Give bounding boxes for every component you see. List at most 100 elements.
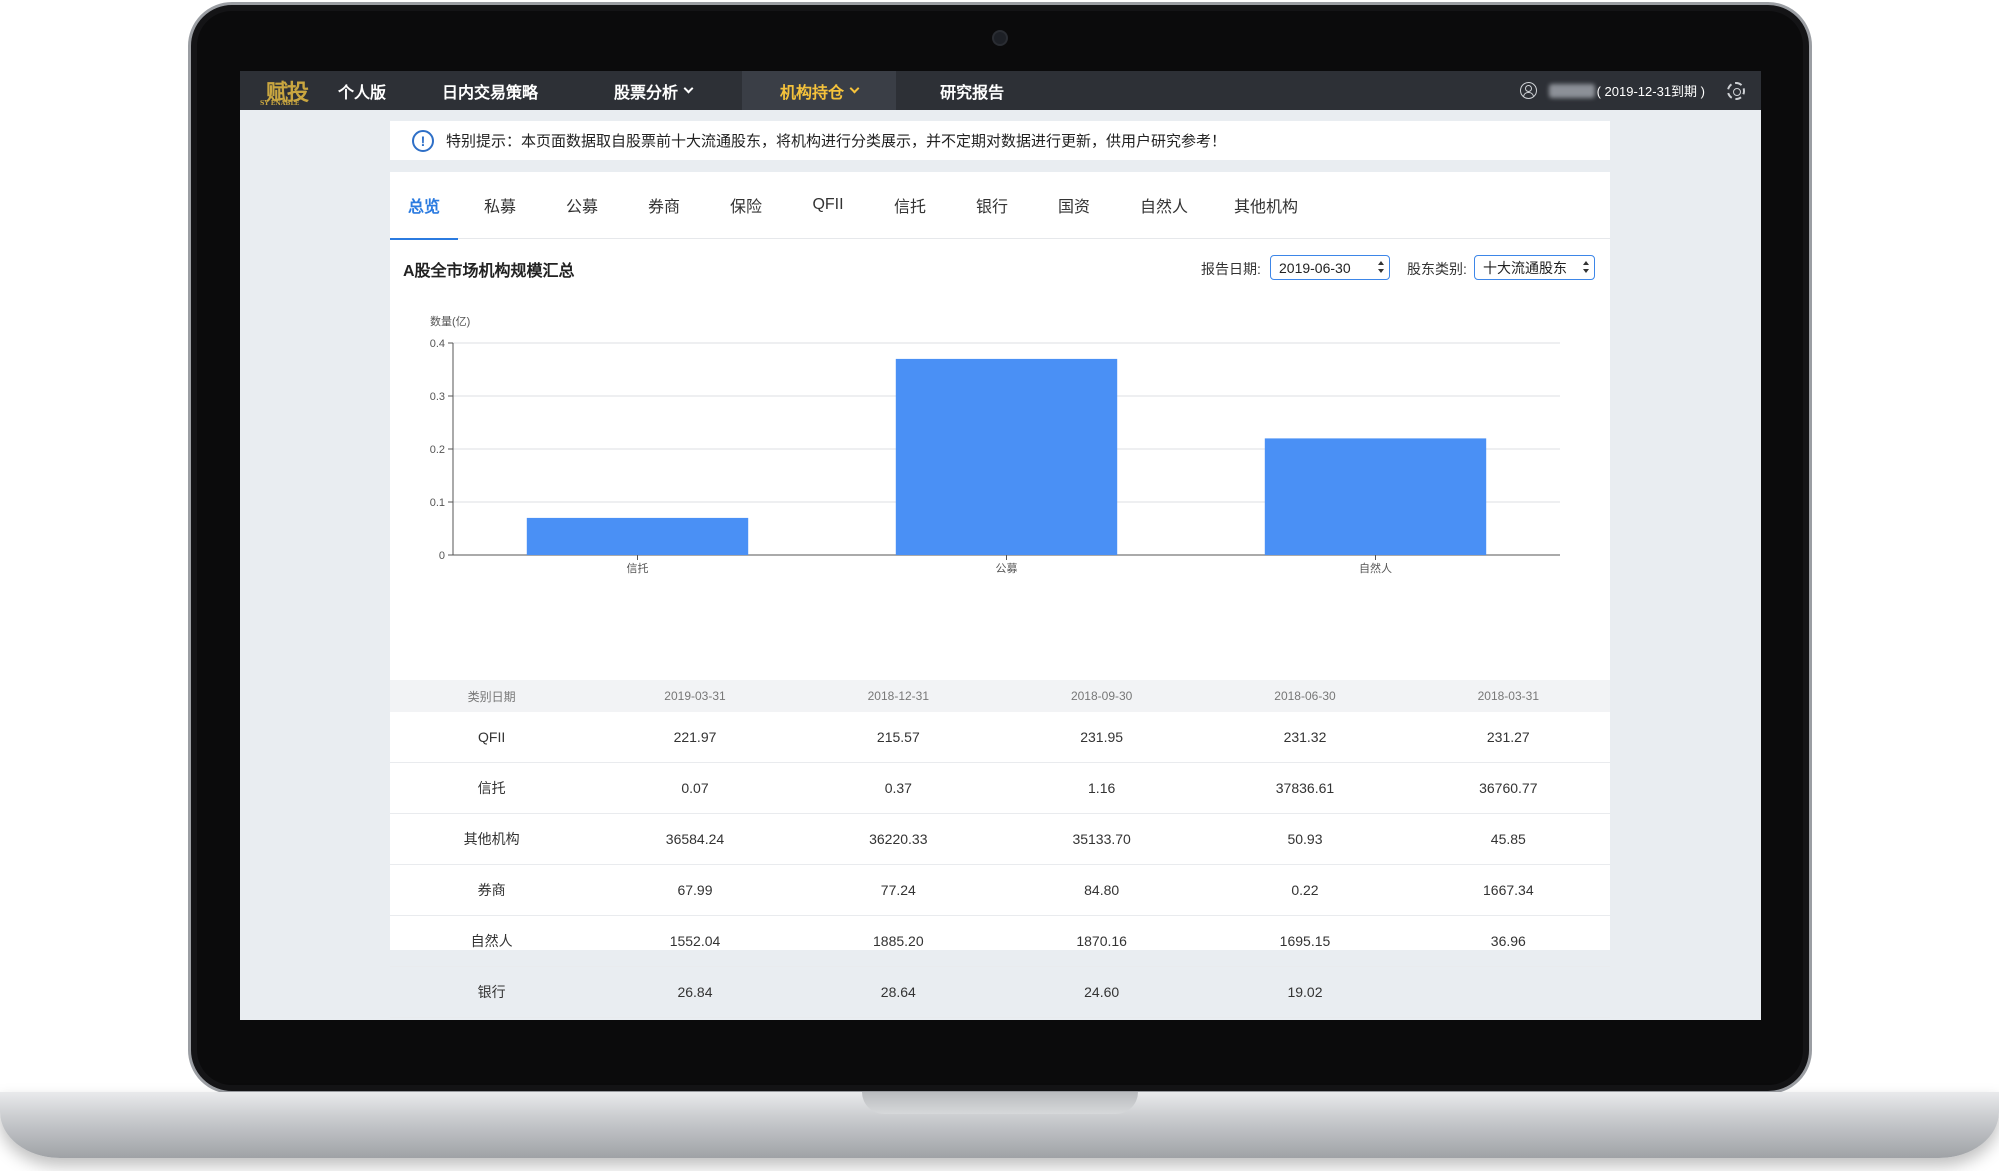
table-cell: 银行	[477, 984, 506, 1000]
table-cell: 24.60	[1084, 984, 1120, 1000]
chevron-down-icon	[849, 83, 860, 93]
laptop-notch	[862, 1092, 1138, 1114]
holdings-table: 类别日期 2019-03-31 2018-12-31 2018-09-30 2018-0…	[390, 680, 1610, 1018]
nav-item-research-reports[interactable]: 研究报告	[926, 71, 1018, 110]
user-icon[interactable]	[1519, 82, 1537, 99]
username-redacted	[1548, 83, 1595, 98]
table-row: 银行 26.84 28.64 24.60 19.02	[390, 967, 1610, 1018]
x-tick-label: 信托	[627, 561, 649, 575]
tab-brokers[interactable]: 券商	[646, 172, 682, 239]
table-cell: 231.95	[1080, 729, 1124, 745]
table-cell: 231.32	[1283, 729, 1327, 745]
table-cell: 215.57	[876, 729, 920, 745]
table-row: 其他机构 36584.24 36220.33 35133.70 50.93 45.85	[390, 814, 1610, 865]
main-panel: 总览 私募 公募 券商 保险 QFII 信托 银行 国资 自然人 其他机构 A股…	[390, 172, 1610, 1018]
top-navigation: 赋投 SY ENABLE 个人版 日内交易策略 股票分析 机构持仓 研究报告 (…	[240, 71, 1761, 110]
y-tick-label: 0.3	[430, 391, 445, 403]
table-header-row: 类别日期 2019-03-31 2018-12-31 2018-09-30 2018-0…	[390, 680, 1610, 712]
y-tick-label: 0.4	[430, 338, 445, 350]
nav-item-stock-analysis[interactable]: 股票分析	[600, 71, 706, 110]
select-arrows-icon	[1583, 261, 1589, 273]
report-date-label: 报告日期:	[1201, 261, 1261, 277]
notice-banner: ! 特别提示：本页面数据取自股票前十大流通股东，将机构进行分类展示，并不定期对数…	[390, 121, 1610, 160]
report-date-select[interactable]: 2019-06-30	[1270, 255, 1390, 280]
table-cell: 0.37	[884, 780, 912, 796]
laptop-frame: 赋投 SY ENABLE 个人版 日内交易策略 股票分析 机构持仓 研究报告 (…	[0, 0, 1999, 1171]
tab-qfii[interactable]: QFII	[810, 172, 846, 239]
table-cell: 1667.34	[1483, 882, 1534, 898]
table-cell: 1885.20	[873, 933, 924, 949]
select-arrows-icon	[1378, 261, 1384, 273]
tab-insurance[interactable]: 保险	[728, 172, 764, 239]
tab-trust[interactable]: 信托	[892, 172, 928, 239]
bar-chart: 数量(亿) 0 0.1 0.2 0.3 0.4 信托 公募 自然人	[390, 295, 1610, 670]
category-tabs: 总览 私募 公募 券商 保险 QFII 信托 银行 国资 自然人 其他机构	[390, 172, 1610, 240]
table-cell: 36220.33	[869, 831, 928, 847]
table-cell: 37836.61	[1275, 780, 1335, 796]
table-cell: 19.02	[1287, 984, 1323, 1000]
nav-item-intraday-strategy[interactable]: 日内交易策略	[428, 71, 552, 110]
notice-text: 特别提示：本页面数据取自股票前十大流通股东，将机构进行分类展示，并不定期对数据进…	[446, 133, 1227, 150]
table-cell: 45.85	[1490, 831, 1526, 847]
section-title: A股全市场机构规模汇总	[403, 263, 575, 280]
table-cell: 77.24	[880, 882, 916, 898]
table-cell: 1870.16	[1076, 933, 1127, 949]
x-tick-label: 公募	[996, 562, 1018, 575]
tab-banks[interactable]: 银行	[974, 172, 1010, 239]
brand-logo[interactable]: 赋投 SY ENABLE	[250, 71, 324, 110]
y-tick-label: 0.2	[430, 444, 445, 456]
table-cell: 1.16	[1088, 780, 1116, 796]
user-area: ( 2019-12-31到期 )	[1519, 71, 1761, 110]
table-cell: 36.96	[1490, 933, 1526, 949]
table-cell: 28.64	[880, 984, 916, 1000]
tab-state-owned[interactable]: 国资	[1056, 172, 1092, 239]
table-cell: 自然人	[470, 933, 513, 949]
nav-item-institutional-holdings[interactable]: 机构持仓	[742, 71, 897, 110]
y-tick-label: 0	[439, 550, 445, 562]
subscription-expiry: ( 2019-12-31到期 )	[1596, 84, 1705, 99]
gear-icon[interactable]	[1727, 81, 1745, 100]
tab-public-funds[interactable]: 公募	[564, 172, 600, 239]
table-cell: 67.99	[677, 882, 713, 898]
holder-type-select[interactable]: 十大流通股东	[1474, 255, 1595, 280]
table-header-cell: 类别日期	[467, 689, 516, 704]
table-cell: 0.07	[681, 780, 709, 796]
table-header-cell: 2018-03-31	[1477, 689, 1539, 703]
table-row: 信托 0.07 0.37 1.16 37836.61 36760.77	[390, 763, 1610, 814]
table-cell: 1695.15	[1279, 933, 1331, 949]
tab-other-institutions[interactable]: 其他机构	[1232, 172, 1300, 239]
table-cell: 36760.77	[1479, 780, 1538, 796]
chart-svg: 数量(亿) 0 0.1 0.2 0.3 0.4 信托 公募 自然人	[430, 315, 1560, 575]
info-icon: !	[412, 129, 434, 152]
table-row: QFII 221.97 215.57 231.95 231.32 231.27	[390, 712, 1610, 763]
table-cell: 26.84	[677, 984, 713, 1000]
chevron-down-icon	[683, 83, 694, 93]
table-header-cell: 2019-03-31	[664, 689, 726, 703]
tab-individuals[interactable]: 自然人	[1138, 172, 1190, 239]
bar	[1264, 438, 1487, 555]
table-cell: 84.80	[1084, 882, 1120, 898]
tab-private-funds[interactable]: 私募	[482, 172, 518, 239]
table-cell: 50.93	[1287, 831, 1323, 847]
y-axis-label: 数量(亿)	[430, 315, 470, 328]
section-header: A股全市场机构规模汇总 报告日期: 2019-06-30 股东类别: 十大流通股…	[390, 239, 1610, 295]
table-cell: 35133.70	[1072, 831, 1131, 847]
bar	[526, 517, 749, 555]
table-row: 券商 67.99 77.24 84.80 0.22 1667.34	[390, 865, 1610, 916]
table-cell: 221.97	[673, 729, 717, 745]
holder-type-label: 股东类别:	[1407, 261, 1467, 277]
table-row: 自然人 1552.04 1885.20 1870.16 1695.15 36.96	[390, 916, 1610, 967]
table-cell: 0.22	[1291, 882, 1319, 898]
x-tick-label: 自然人	[1359, 561, 1392, 575]
bar	[895, 358, 1118, 555]
table-cell: 券商	[477, 882, 506, 898]
camera	[994, 32, 1006, 44]
tab-overview[interactable]: 总览	[390, 172, 458, 240]
app-screen: 赋投 SY ENABLE 个人版 日内交易策略 股票分析 机构持仓 研究报告 (…	[240, 71, 1761, 1020]
nav-item-personal[interactable]: 个人版	[324, 71, 400, 110]
table-cell: QFII	[478, 729, 506, 745]
y-tick-label: 0.1	[430, 497, 445, 509]
table-cell: 1552.04	[669, 933, 721, 949]
table-cell: 信托	[477, 780, 506, 796]
table-cell: 其他机构	[463, 831, 520, 847]
